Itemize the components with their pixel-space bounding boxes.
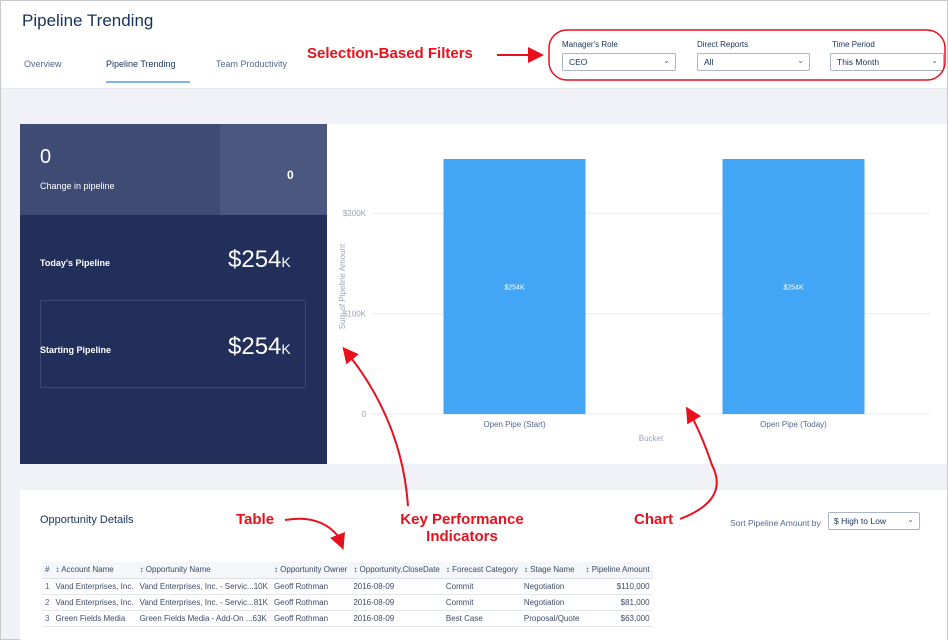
kpi-change-secondary-value: 0 <box>287 168 294 182</box>
bar-value-label: $254K <box>783 285 804 292</box>
annotation-filters: Selection-Based Filters <box>307 45 473 62</box>
table-cell: Green Fields Media - Add-On ...63K <box>136 610 271 627</box>
kpi-panel: 0 Change in pipeline 0 Today's Pipeline … <box>20 124 327 464</box>
table-cell: 2016-08-09 <box>350 594 443 611</box>
x-tick-label: Open Pipe (Start) <box>483 420 546 429</box>
bar-chart: 0$100K$200KSum of Pipeline Amount $254KOp… <box>338 159 930 443</box>
chevron-down-icon: ⌄ <box>663 56 670 65</box>
filter-label-role: Manager's Role <box>562 40 618 49</box>
opportunity-table: # ↕ Account Name ↕ Opportunity Name ↕ Oppor… <box>42 562 653 627</box>
role-select[interactable]: CEO ⌄ <box>562 53 676 71</box>
filter-label-reports: Direct Reports <box>697 40 749 49</box>
table-cell: Green Fields Media <box>52 610 137 627</box>
dashboard-header: Pipeline Trending Overview Pipeline Tren… <box>1 1 947 89</box>
table-row[interactable]: 1 Vand Enterprises, Inc. Vand Enterprises,… <box>42 578 653 595</box>
tab-overview[interactable]: Overview <box>24 59 62 81</box>
period-select-value: This Month <box>837 57 880 67</box>
kpi-starting-amount: $254 <box>228 333 282 360</box>
table-cell: Negotiation <box>520 594 583 611</box>
tab-team-productivity[interactable]: Team Productivity <box>216 59 287 81</box>
table-cell: Geoff Rothman <box>270 594 351 611</box>
column-header[interactable]: ↕ Opportunity Name <box>136 562 271 579</box>
table-cell: Vand Enterprises, Inc. - Servic...10K <box>136 578 271 595</box>
page-title: Pipeline Trending <box>22 11 154 30</box>
kpi-change-secondary-tile <box>220 124 327 215</box>
kpi-today-suffix: K <box>281 254 291 270</box>
y-tick-label: $200K <box>343 209 367 218</box>
reports-select-value: All <box>704 57 714 67</box>
reports-select[interactable]: All ⌄ <box>697 53 810 71</box>
column-header[interactable]: ↕ Forecast Category <box>442 562 521 579</box>
annotation-kpi: Key Performance Indicators <box>392 511 532 545</box>
table-cell: Proposal/Quote <box>520 610 583 627</box>
kpi-change-value: 0 <box>40 146 52 168</box>
y-axis-label: Sum of Pipeline Amount <box>338 243 347 329</box>
table-header-row: # ↕ Account Name ↕ Opportunity Name ↕ Oppor… <box>42 562 653 579</box>
chevron-down-icon: ⌄ <box>931 56 938 65</box>
table-cell: 2016-08-09 <box>350 610 443 627</box>
sort-select[interactable]: $ High to Low ⌄ <box>828 512 920 530</box>
sort-label: Sort Pipeline Amount by <box>730 518 821 528</box>
column-header[interactable]: # <box>42 562 53 579</box>
kpi-today-label: Today's Pipeline <box>40 258 110 268</box>
x-axis-label: Bucket <box>639 434 664 443</box>
kpi-today-amount: $254 <box>228 246 282 273</box>
table-cell: Commit <box>442 578 521 595</box>
bar-value-label: $254K <box>504 285 525 292</box>
table-row[interactable]: 3 Green Fields Media Green Fields Media - … <box>42 610 653 627</box>
kpi-starting-label: Starting Pipeline <box>40 345 112 355</box>
kpi-today-value: $254K <box>228 246 291 274</box>
table-cell: 2016-08-09 <box>350 578 443 595</box>
table-cell: Vand Enterprises, Inc. <box>52 594 137 611</box>
annotation-chart: Chart <box>634 511 674 528</box>
chevron-down-icon: ⌄ <box>797 56 804 65</box>
filter-label-period: Time Period <box>832 40 875 49</box>
x-tick-label: Open Pipe (Today) <box>760 420 827 429</box>
annotation-kpi-line1: Key Performance <box>400 511 524 528</box>
period-select[interactable]: This Month ⌄ <box>830 53 944 71</box>
table-cell: Best Case <box>442 610 521 627</box>
role-select-value: CEO <box>569 57 588 67</box>
column-header[interactable]: ↕ Opportunity Owner <box>270 562 351 579</box>
table-cell: Vand Enterprises, Inc. <box>52 578 137 595</box>
table-cell: 1 <box>42 578 53 595</box>
table-cell: $81,000 <box>582 594 653 611</box>
chevron-down-icon: ⌄ <box>907 515 914 524</box>
table-cell: Negotiation <box>520 578 583 595</box>
table-cell: Geoff Rothman <box>270 578 351 595</box>
card-title: Opportunity Details <box>40 514 134 526</box>
table-cell: Geoff Rothman <box>270 610 351 627</box>
table-cell: 2 <box>42 594 53 611</box>
kpi-change-label: Change in pipeline <box>40 181 115 191</box>
column-header[interactable]: ↕ Pipeline Amount <box>582 562 653 579</box>
table-cell: $110,000 <box>582 578 653 595</box>
table-cell: Commit <box>442 594 521 611</box>
sort-select-value: $ High to Low <box>834 516 886 526</box>
column-header[interactable]: ↕ Opportunity.CloseDate <box>350 562 443 579</box>
chart-panel: 0 $100K $200K Sum of Pipeline Amount $254K Op… <box>327 124 947 464</box>
table-cell: $63,000 <box>582 610 653 627</box>
table-body: 1 Vand Enterprises, Inc. Vand Enterprises,… <box>42 578 653 627</box>
annotation-table: Table <box>236 511 275 528</box>
kpi-starting-value: $254K <box>228 333 291 361</box>
column-header[interactable]: ↕ Stage Name <box>520 562 583 579</box>
kpi-starting-suffix: K <box>281 341 291 357</box>
table-cell: 3 <box>42 610 53 627</box>
table-cell: Vand Enterprises, Inc. - Servic...81K <box>136 594 271 611</box>
annotation-kpi-line2: Indicators <box>426 528 498 545</box>
column-header[interactable]: ↕ Account Name <box>52 562 137 579</box>
y-tick-label: 0 <box>362 410 367 419</box>
table-row[interactable]: 2 Vand Enterprises, Inc. Vand Enterprises,… <box>42 594 653 611</box>
tab-pipeline-trending[interactable]: Pipeline Trending <box>106 59 190 83</box>
